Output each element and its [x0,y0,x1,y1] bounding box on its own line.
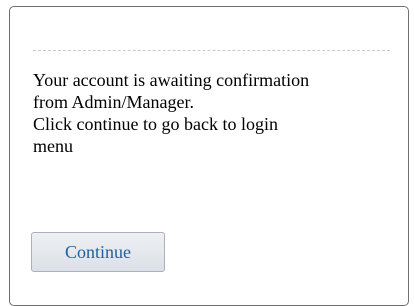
confirmation-dialog: Your account is awaiting confirmation fr… [9,6,409,306]
dialog-message: Your account is awaiting confirmation fr… [33,69,398,157]
message-line: Click continue to go back to login [33,114,278,134]
divider [33,50,390,51]
continue-button[interactable]: Continue [31,232,165,272]
message-line: from Admin/Manager. [33,92,194,112]
message-line: menu [33,136,73,156]
message-line: Your account is awaiting confirmation [33,70,310,90]
